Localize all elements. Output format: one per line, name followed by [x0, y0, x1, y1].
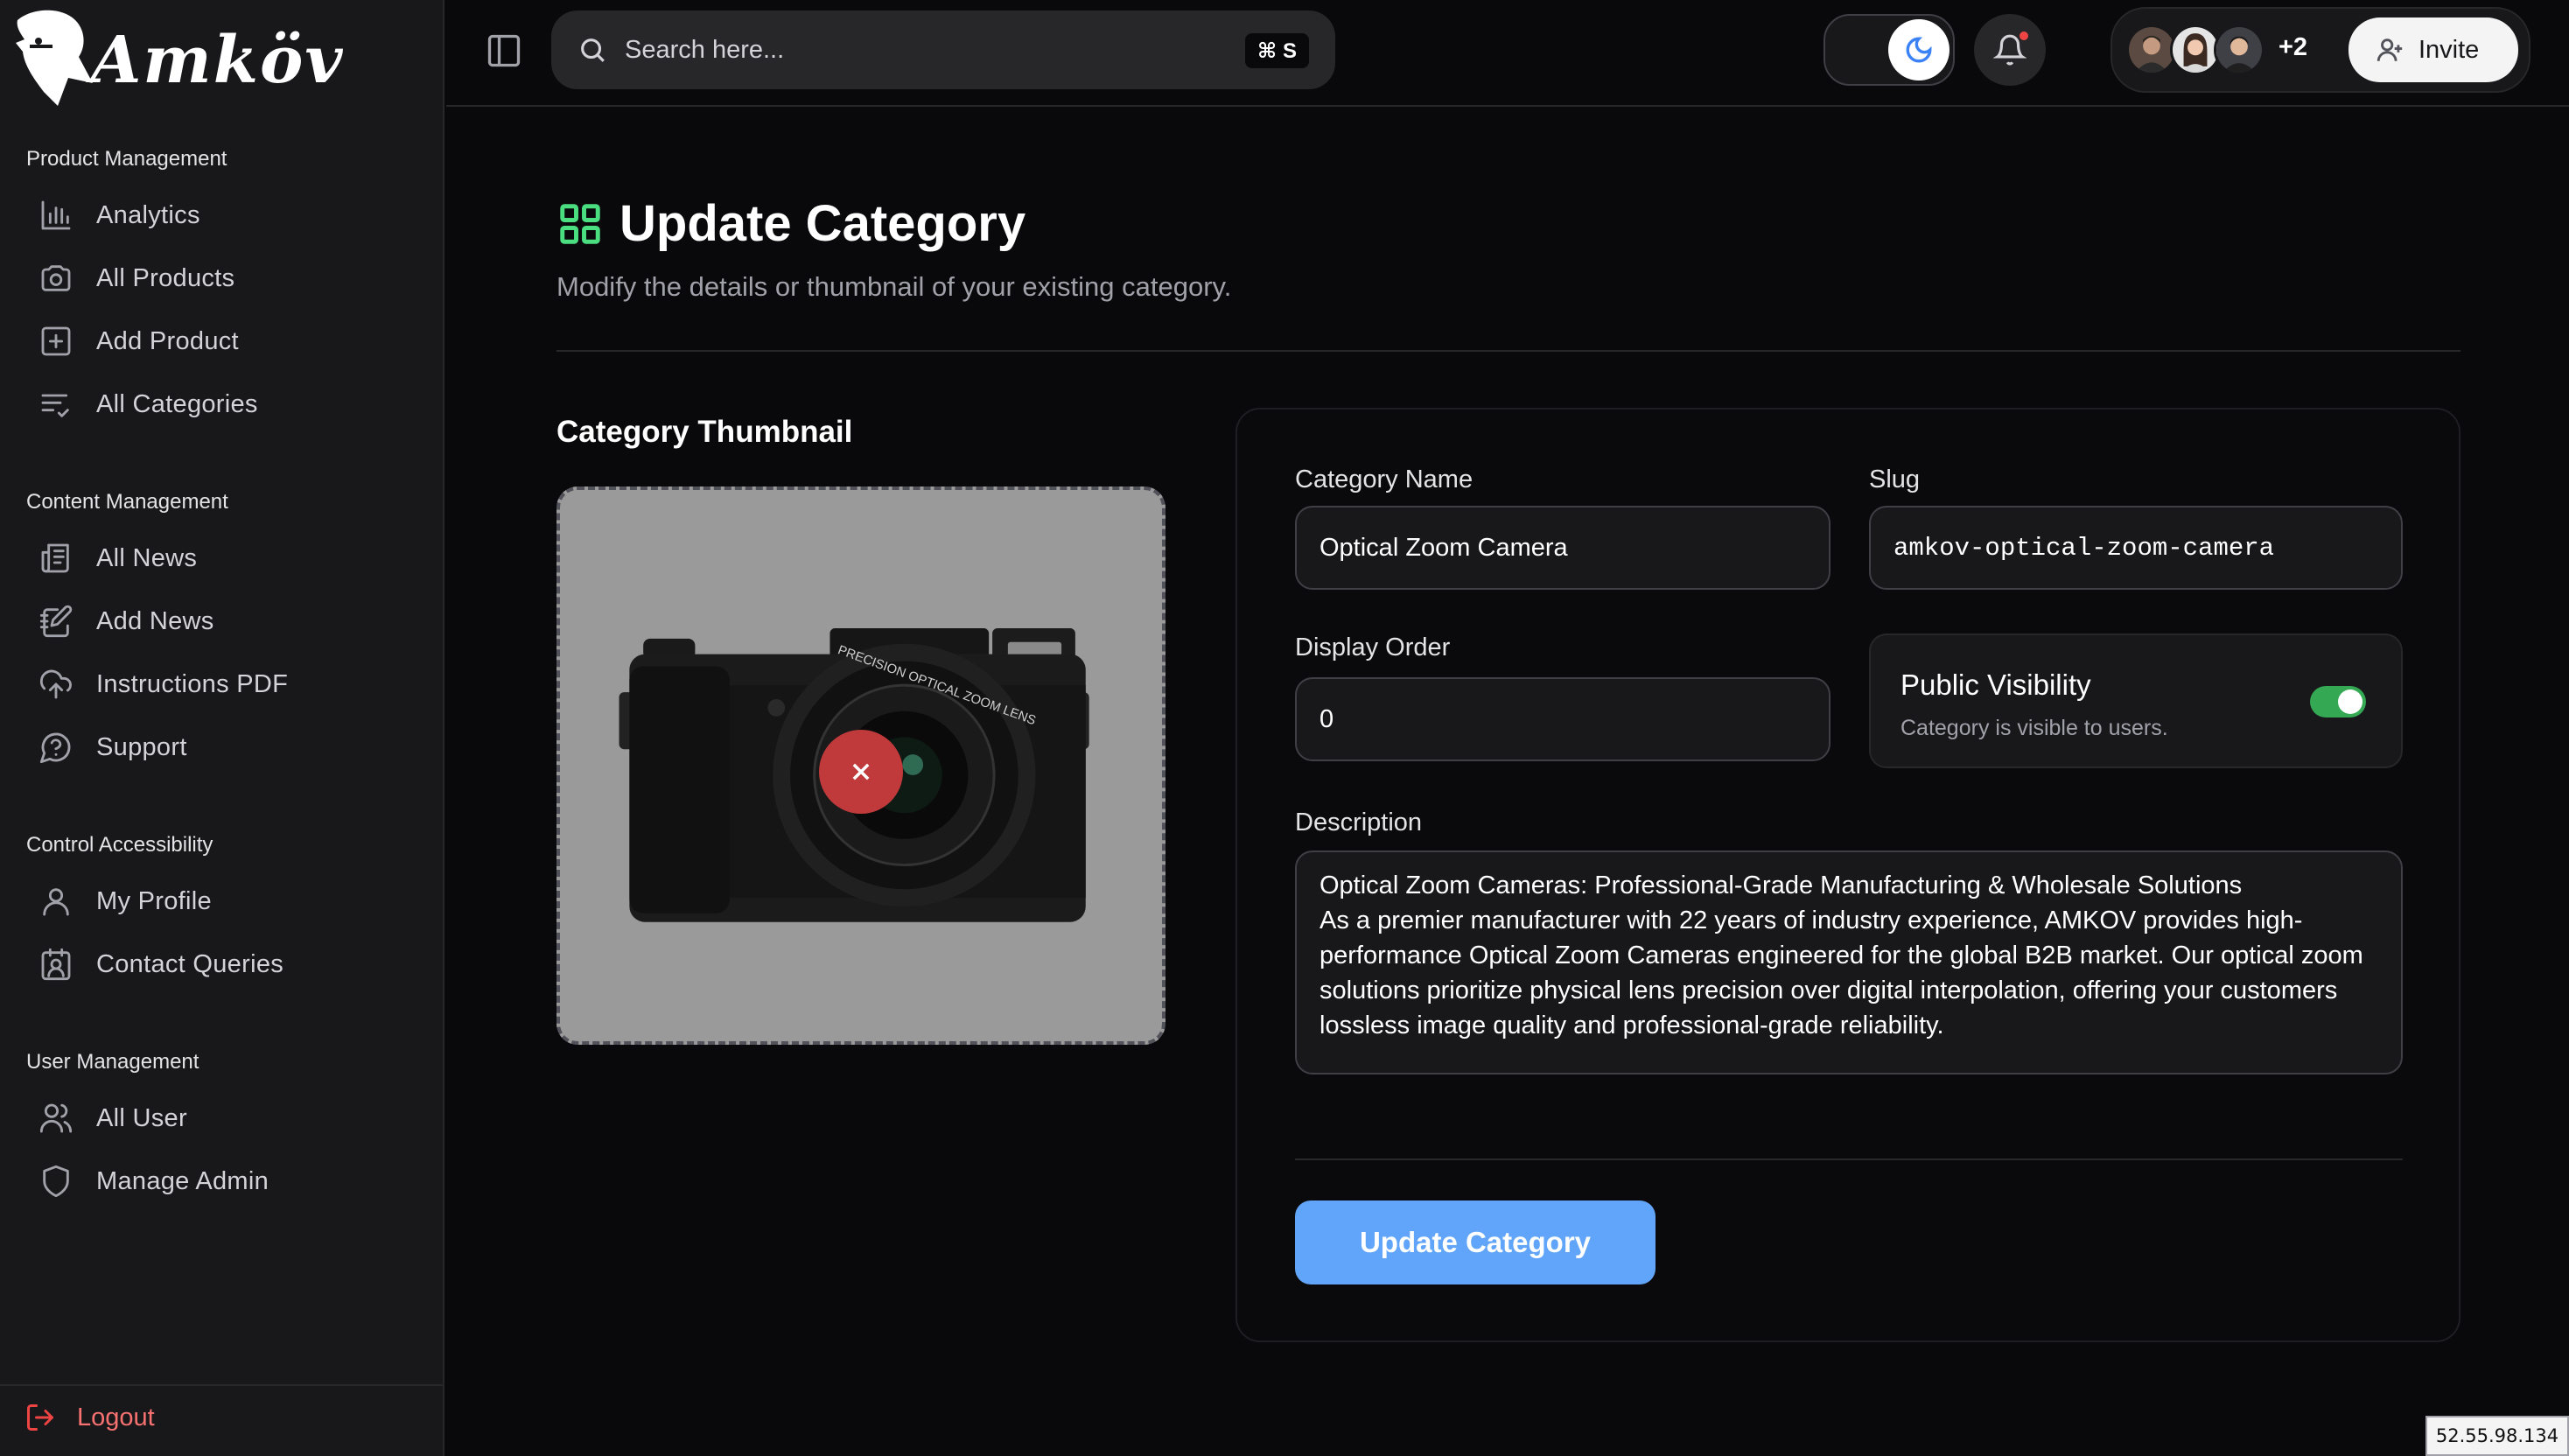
user-plus-icon: [2376, 38, 2403, 61]
sidebar-footer: Logout: [0, 1384, 444, 1456]
invite-label: Invite: [2418, 35, 2480, 64]
section-title-content: Content Management: [26, 490, 228, 514]
nav-label: All User: [96, 1103, 187, 1132]
update-category-button[interactable]: Update Category: [1295, 1200, 1656, 1284]
notifications-button[interactable]: [1974, 14, 2046, 86]
nav-label: All Products: [96, 263, 235, 292]
notebook-pen-icon: [39, 605, 73, 638]
page-header: Update Category: [556, 194, 1026, 253]
panel-left-icon: [487, 34, 521, 67]
nav-item-manage-admin[interactable]: Manage Admin: [38, 1157, 415, 1206]
visibility-toggle[interactable]: [2310, 686, 2366, 718]
nav-item-all-products[interactable]: All Products: [38, 254, 415, 303]
nav-item-my-profile[interactable]: My Profile: [38, 877, 415, 926]
nav-label: Manage Admin: [96, 1166, 270, 1195]
remove-thumbnail-button[interactable]: [819, 730, 903, 814]
nav-item-all-news[interactable]: All News: [38, 534, 415, 583]
sidebar-toggle-button[interactable]: [485, 32, 523, 70]
search-icon: [581, 38, 605, 62]
search-input[interactable]: [625, 35, 1237, 65]
thumbnail-dropzone[interactable]: PRECISION OPTICAL ZOOM LENS: [556, 486, 1166, 1045]
nav-label: My Profile: [96, 886, 212, 915]
nav-label: Add Product: [96, 326, 239, 355]
visibility-title: Public Visibility: [1900, 668, 2091, 701]
section-title-user: User Management: [26, 1050, 200, 1074]
contact-icon: [41, 948, 71, 981]
logout-icon: [27, 1404, 53, 1431]
shield-icon: [43, 1165, 69, 1198]
grid-icon: [560, 203, 600, 244]
logo-head-icon: [12, 8, 100, 107]
logout-label: Logout: [77, 1403, 155, 1432]
nav-label: Instructions PDF: [96, 669, 289, 698]
description-textarea[interactable]: Optical Zoom Cameras: Professional-Grade…: [1295, 850, 2403, 1074]
nav-item-add-product[interactable]: Add Product: [38, 317, 415, 366]
theme-toggle[interactable]: [1824, 14, 1955, 86]
slug-input[interactable]: amkov-optical-zoom-camera: [1869, 506, 2403, 590]
search-bar: ⌘ S: [551, 10, 1335, 89]
theme-knob: [1888, 19, 1950, 80]
slug-label: Slug: [1869, 466, 1921, 494]
extra-members-count[interactable]: +2: [2278, 33, 2307, 62]
section-title-product: Product Management: [26, 147, 228, 171]
brand-logo[interactable]: Amköv: [12, 5, 354, 108]
sidebar: Amköv Product Management Analytics All P…: [0, 0, 444, 1456]
section-title-control: Control Accessibility: [26, 833, 214, 857]
nav-item-all-categories[interactable]: All Categories: [38, 380, 415, 429]
nav-label: Analytics: [96, 200, 200, 229]
cloud-upload-icon: [39, 669, 72, 699]
display-order-input[interactable]: 0: [1295, 677, 1830, 761]
plus-square-icon: [41, 326, 71, 356]
category-name-label: Category Name: [1295, 466, 1474, 494]
nav-item-instructions-pdf[interactable]: Instructions PDF: [38, 660, 415, 709]
search-shortcut-badge: ⌘ S: [1245, 33, 1309, 68]
close-icon: [852, 763, 870, 780]
nav-item-analytics[interactable]: Analytics: [38, 191, 415, 240]
brand-name: Amköv: [91, 23, 345, 98]
nav-item-contact-queries[interactable]: Contact Queries: [38, 940, 415, 989]
team-members: +2 Invite: [2110, 7, 2530, 93]
user-icon: [43, 888, 69, 916]
public-visibility-card: Public Visibility Category is visible to…: [1869, 634, 2403, 768]
nav-item-add-news[interactable]: Add News: [38, 597, 415, 646]
nav-item-all-user[interactable]: All User: [38, 1094, 415, 1143]
avatar[interactable]: [2214, 24, 2264, 75]
category-name-input[interactable]: Optical Zoom Camera: [1295, 506, 1830, 590]
thumbnail-title: Category Thumbnail: [556, 415, 853, 449]
moon-icon: [1906, 37, 1932, 63]
newspaper-icon: [41, 543, 69, 573]
topbar: ⌘ S +2 Invite: [446, 0, 2569, 107]
ip-address-badge: 52.55.98.134: [2426, 1416, 2569, 1456]
category-form: Category Name Optical Zoom Camera Slug a…: [1236, 408, 2460, 1342]
page-title: Update Category: [620, 195, 1026, 252]
display-order-label: Display Order: [1295, 634, 1451, 662]
invite-button[interactable]: Invite: [2348, 18, 2518, 82]
nav-label: All News: [96, 543, 198, 572]
logout-button[interactable]: Logout: [24, 1402, 155, 1433]
list-check-icon: [41, 394, 69, 417]
nav-label: Add News: [96, 606, 214, 635]
visibility-subtitle: Category is visible to users.: [1900, 716, 2168, 740]
help-circle-icon: [39, 732, 71, 764]
users-icon: [39, 1103, 73, 1133]
camera-icon: [41, 265, 71, 291]
notification-dot: [2020, 32, 2028, 40]
nav-label: Contact Queries: [96, 949, 284, 978]
page-subtitle: Modify the details or thumbnail of your …: [556, 271, 1232, 302]
nav-label: Support: [96, 732, 187, 761]
nav-label: All Categories: [96, 389, 258, 418]
header-divider: [556, 350, 2460, 352]
nav-item-support[interactable]: Support: [38, 723, 415, 772]
bar-chart-icon: [41, 200, 71, 230]
form-divider: [1295, 1158, 2403, 1160]
description-label: Description: [1295, 808, 1423, 836]
